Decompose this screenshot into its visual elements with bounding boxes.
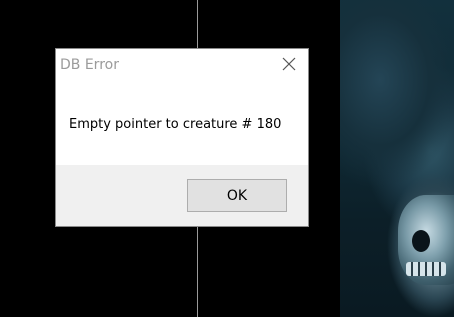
screen: DB Error Empty pointer to creature # 180… <box>0 0 454 317</box>
dialog-title: DB Error <box>60 57 119 73</box>
error-message: Empty pointer to creature # 180 <box>69 117 282 132</box>
close-button[interactable] <box>280 55 298 73</box>
skull-eye-socket <box>412 230 430 252</box>
dialog-titlebar: DB Error <box>56 49 308 81</box>
error-dialog: DB Error Empty pointer to creature # 180… <box>55 48 309 227</box>
background-artwork <box>340 0 454 317</box>
skull-teeth <box>406 262 446 276</box>
dialog-content: Empty pointer to creature # 180 <box>56 81 308 165</box>
close-icon <box>282 57 296 71</box>
ok-button[interactable]: OK <box>187 179 287 212</box>
